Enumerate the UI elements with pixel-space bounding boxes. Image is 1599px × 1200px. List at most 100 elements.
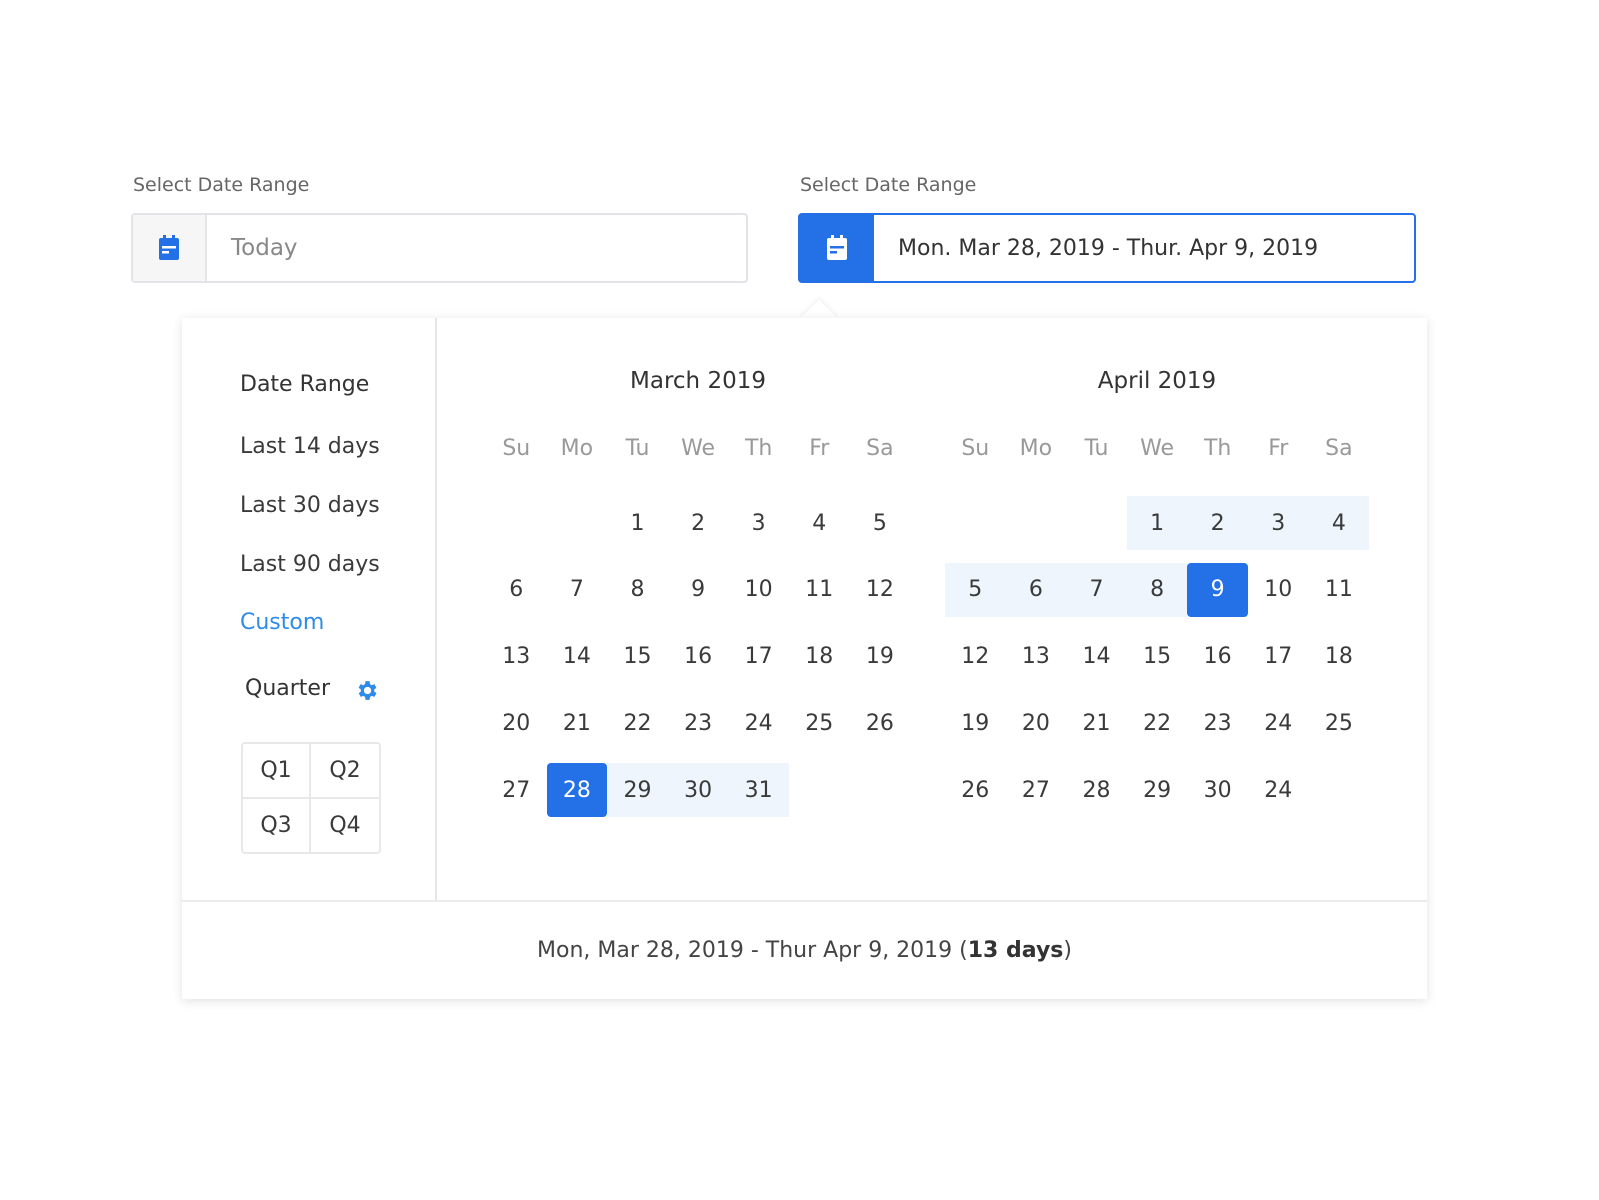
field-label-2: Select Date Range	[800, 174, 977, 196]
day-cell[interactable]: 17	[1248, 630, 1309, 684]
day-cell[interactable]: 10	[1248, 563, 1309, 617]
day-cell[interactable]: 23	[1187, 696, 1248, 750]
preset-custom[interactable]: Custom	[240, 610, 324, 635]
preset-sidebar: Date Range Last 14 days Last 30 days Las…	[182, 318, 437, 900]
date-range-input-2[interactable]: Mon. Mar 28, 2019 - Thur. Apr 9, 2019	[798, 213, 1416, 283]
day-cell[interactable]: 2	[1187, 496, 1248, 550]
day-cell[interactable]: 24	[728, 696, 789, 750]
day-cell[interactable]: 17	[728, 630, 789, 684]
day-cell[interactable]: 3	[728, 496, 789, 550]
weekday-label: Su	[502, 436, 531, 461]
day-cell[interactable]: 9	[668, 563, 729, 617]
week-row: 5 6 7 8 9 10 11	[945, 562, 1370, 630]
day-cell[interactable]: 10	[728, 563, 789, 617]
day-cell[interactable]: 23	[668, 696, 729, 750]
day-cell[interactable]: 15	[1127, 630, 1188, 684]
day-cell[interactable]: 14	[1066, 630, 1127, 684]
date-range-input-1[interactable]: Today	[131, 213, 748, 283]
summary-text: Mon, Mar 28, 2019 - Thur Apr 9, 2019 (	[537, 938, 968, 963]
empty-day	[789, 763, 850, 817]
day-cell[interactable]: 14	[547, 630, 608, 684]
day-cell[interactable]: 2	[668, 496, 729, 550]
day-cell[interactable]: 27	[1006, 763, 1067, 817]
weekday-label: Su	[961, 436, 990, 461]
day-cell[interactable]: 22	[1127, 696, 1188, 750]
day-cell[interactable]: 7	[547, 563, 608, 617]
day-cell[interactable]: 24	[1248, 763, 1309, 817]
day-cell[interactable]: 20	[1006, 696, 1067, 750]
day-cell[interactable]: 1	[607, 496, 668, 550]
day-cell[interactable]: 8	[607, 563, 668, 617]
day-cell[interactable]: 15	[607, 630, 668, 684]
day-cell[interactable]: 31	[728, 763, 789, 818]
day-cell[interactable]: 18	[1309, 630, 1370, 684]
week-row: 26 27 28 29 30 24	[945, 763, 1369, 830]
weekday-label: Th	[744, 436, 773, 461]
weekday-label: Tu	[1084, 436, 1109, 461]
day-cell[interactable]: 29	[1127, 763, 1188, 817]
day-cell[interactable]: 7	[1066, 562, 1127, 617]
day-cell[interactable]: 5	[850, 496, 911, 550]
day-cell[interactable]: 6	[1005, 562, 1067, 617]
day-cell[interactable]: 28	[546, 763, 608, 818]
day-cell[interactable]: 29	[607, 763, 668, 818]
day-cell[interactable]: 16	[668, 630, 729, 684]
calendar-icon	[800, 215, 874, 281]
selected-range-summary: Mon, Mar 28, 2019 - Thur Apr 9, 2019 (13…	[182, 900, 1427, 999]
day-cell[interactable]: 24	[1248, 696, 1309, 750]
weekday-header: Su Mo Tu We Th Fr Sa	[486, 436, 910, 476]
day-cell[interactable]: 13	[1006, 630, 1067, 684]
week-row: 19 20 21 22 23 24 25	[945, 696, 1369, 763]
day-cell[interactable]: 21	[547, 696, 608, 750]
weekday-label: Sa	[866, 436, 894, 461]
day-cell[interactable]: 20	[486, 696, 547, 750]
day-cell[interactable]: 4	[1308, 496, 1370, 550]
day-cell[interactable]: 4	[789, 496, 850, 550]
day-cell[interactable]: 16	[1187, 630, 1248, 684]
empty-day	[850, 763, 911, 817]
week-row: 13 14 15 16 17 18 19	[486, 630, 910, 697]
day-cell[interactable]: 12	[850, 563, 911, 617]
day-cell[interactable]: 19	[850, 630, 911, 684]
week-row: 12 13 14 15 16 17 18	[945, 630, 1369, 697]
day-cell[interactable]: 30	[1187, 763, 1248, 817]
day-cell[interactable]: 9	[1187, 562, 1248, 617]
day-cell[interactable]: 3	[1247, 496, 1309, 550]
day-cell[interactable]: 6	[486, 563, 547, 617]
empty-day	[1066, 496, 1127, 550]
day-cell[interactable]: 13	[486, 630, 547, 684]
day-cell[interactable]: 26	[945, 763, 1006, 817]
day-cell[interactable]: 5	[945, 562, 1006, 617]
quarter-q2[interactable]: Q2	[311, 744, 379, 799]
day-cell[interactable]: 30	[667, 763, 729, 818]
quarter-q3[interactable]: Q3	[243, 799, 311, 852]
day-cell[interactable]: 19	[945, 696, 1006, 750]
week-row: 20 21 22 23 24 25 26	[486, 696, 910, 763]
preset-last-30[interactable]: Last 30 days	[240, 493, 380, 518]
empty-day	[945, 496, 1006, 550]
empty-day	[486, 496, 547, 550]
day-cell[interactable]: 28	[1066, 763, 1127, 817]
weekday-header: Su Mo Tu We Th Fr Sa	[945, 436, 1369, 476]
day-cell[interactable]: 11	[789, 563, 850, 617]
quarter-q4[interactable]: Q4	[311, 799, 379, 852]
quarter-q1[interactable]: Q1	[243, 744, 311, 799]
day-cell[interactable]: 26	[850, 696, 911, 750]
summary-close: )	[1063, 938, 1072, 963]
day-cell[interactable]: 12	[945, 630, 1006, 684]
date-picker-popover: Date Range Last 14 days Last 30 days Las…	[182, 318, 1427, 999]
preset-last-14[interactable]: Last 14 days	[240, 434, 380, 459]
quarter-label: Quarter	[245, 676, 330, 701]
day-cell[interactable]: 8	[1126, 562, 1188, 617]
day-cell[interactable]: 25	[1309, 696, 1370, 750]
day-cell[interactable]: 18	[789, 630, 850, 684]
month-title: March 2019	[630, 368, 766, 394]
day-cell[interactable]: 21	[1066, 696, 1127, 750]
day-cell[interactable]: 1	[1126, 496, 1188, 550]
day-cell[interactable]: 25	[789, 696, 850, 750]
day-cell[interactable]: 27	[486, 763, 547, 817]
preset-last-90[interactable]: Last 90 days	[240, 552, 380, 577]
day-cell[interactable]: 11	[1309, 563, 1370, 617]
gear-icon[interactable]	[354, 678, 379, 707]
day-cell[interactable]: 22	[607, 696, 668, 750]
